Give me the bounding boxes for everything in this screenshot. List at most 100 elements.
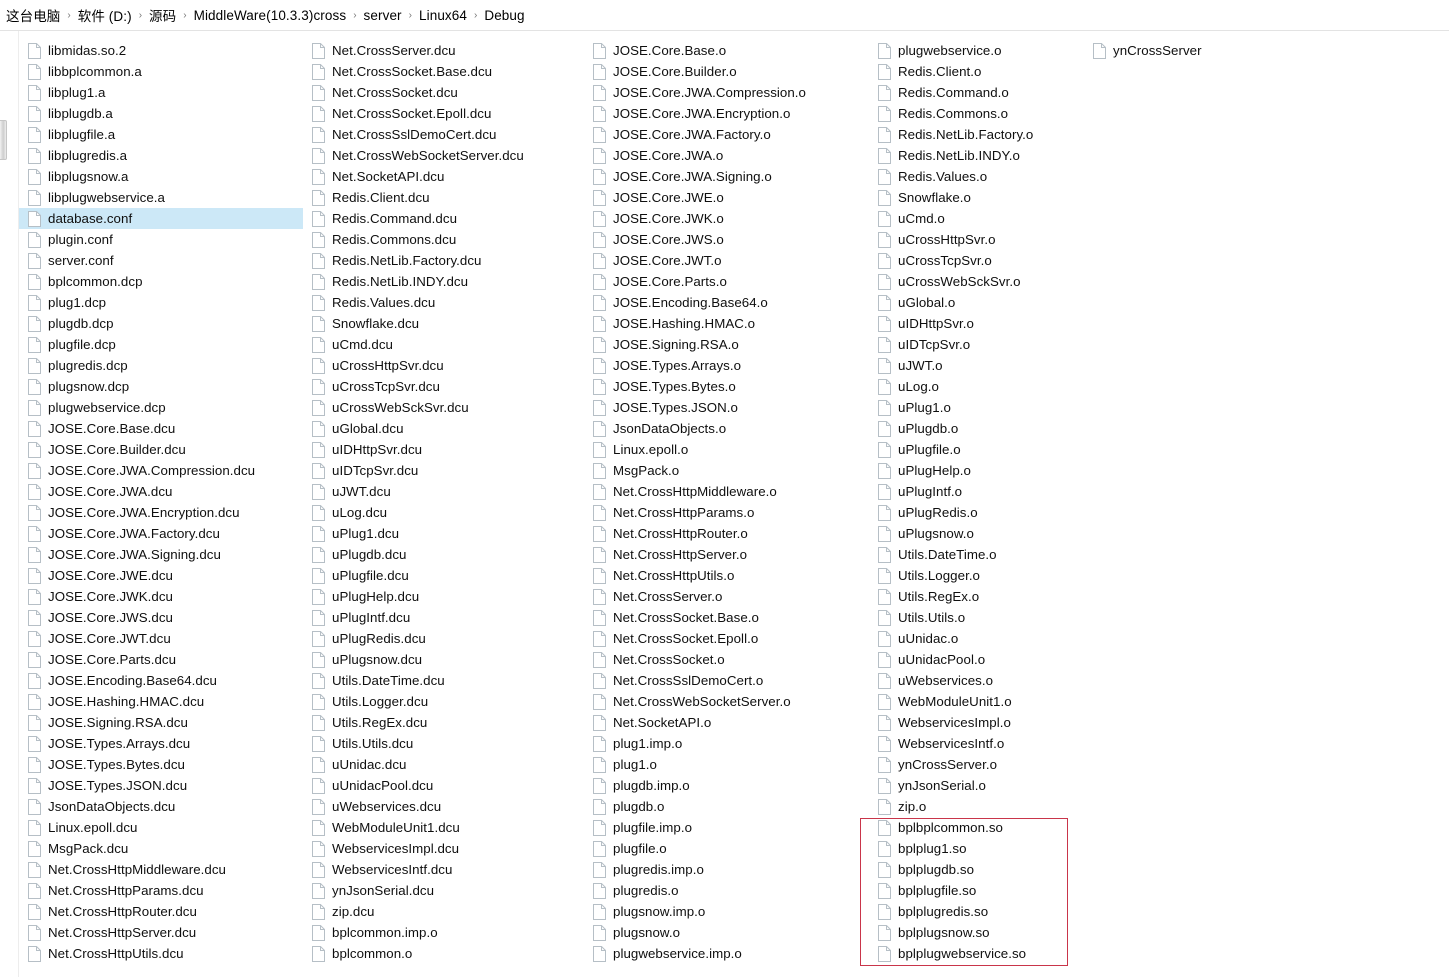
file-item[interactable]: Net.CrossHttpServer.dcu [19, 922, 303, 943]
file-item[interactable]: JOSE.Types.Arrays.dcu [19, 733, 303, 754]
file-item[interactable]: plugdb.imp.o [584, 775, 869, 796]
file-item[interactable]: plugfile.dcp [19, 334, 303, 355]
file-item[interactable]: Redis.NetLib.INDY.o [869, 145, 1084, 166]
file-item[interactable]: uPlugIntf.o [869, 481, 1084, 502]
file-item[interactable]: JOSE.Types.Arrays.o [584, 355, 869, 376]
file-item[interactable]: uJWT.dcu [303, 481, 584, 502]
file-item[interactable]: JOSE.Core.JWK.dcu [19, 586, 303, 607]
file-item[interactable]: bplplugwebservice.so [869, 943, 1084, 964]
file-item[interactable]: JOSE.Core.JWT.dcu [19, 628, 303, 649]
file-item[interactable]: uCrossTcpSvr.dcu [303, 376, 584, 397]
file-item[interactable]: JOSE.Core.JWE.o [584, 187, 869, 208]
file-item[interactable]: ynJsonSerial.o [869, 775, 1084, 796]
file-item[interactable]: uUnidac.dcu [303, 754, 584, 775]
file-item[interactable]: Net.CrossSslDemoCert.dcu [303, 124, 584, 145]
file-item[interactable]: uWebservices.o [869, 670, 1084, 691]
file-item[interactable]: libplug1.a [19, 82, 303, 103]
file-item[interactable]: JOSE.Types.JSON.o [584, 397, 869, 418]
file-item[interactable]: plug1.imp.o [584, 733, 869, 754]
file-item[interactable]: uPlugHelp.o [869, 460, 1084, 481]
file-item[interactable]: plugdb.dcp [19, 313, 303, 334]
file-item[interactable]: Redis.Values.dcu [303, 292, 584, 313]
file-item[interactable]: plugredis.imp.o [584, 859, 869, 880]
file-item[interactable]: JOSE.Types.JSON.dcu [19, 775, 303, 796]
breadcrumb-item-5[interactable]: server [360, 6, 406, 25]
file-item[interactable]: plugsnow.imp.o [584, 901, 869, 922]
file-item[interactable]: uCrossHttpSvr.dcu [303, 355, 584, 376]
file-item[interactable]: uCrossWebSckSvr.o [869, 271, 1084, 292]
file-item[interactable]: libplugredis.a [19, 145, 303, 166]
file-item[interactable]: Net.CrossHttpParams.dcu [19, 880, 303, 901]
file-item[interactable]: uPlugsnow.dcu [303, 649, 584, 670]
file-item[interactable]: Utils.Logger.dcu [303, 691, 584, 712]
file-item[interactable]: bplplugredis.so [869, 901, 1084, 922]
file-item[interactable]: plugwebservice.imp.o [584, 943, 869, 964]
file-item[interactable]: WebservicesIntf.o [869, 733, 1084, 754]
file-item[interactable]: plugsnow.dcp [19, 376, 303, 397]
file-item[interactable]: Net.CrossServer.o [584, 586, 869, 607]
file-item[interactable]: Redis.Commons.o [869, 103, 1084, 124]
file-item[interactable]: libplugsnow.a [19, 166, 303, 187]
file-item[interactable]: zip.dcu [303, 901, 584, 922]
file-item[interactable]: uGlobal.dcu [303, 418, 584, 439]
file-item[interactable]: Linux.epoll.dcu [19, 817, 303, 838]
file-item[interactable]: JOSE.Encoding.Base64.dcu [19, 670, 303, 691]
file-item[interactable]: Net.CrossHttpParams.o [584, 502, 869, 523]
file-item[interactable]: uIDTcpSvr.o [869, 334, 1084, 355]
file-item[interactable]: Utils.RegEx.dcu [303, 712, 584, 733]
file-item[interactable]: uUnidac.o [869, 628, 1084, 649]
file-item[interactable]: uCrossTcpSvr.o [869, 250, 1084, 271]
file-item[interactable]: WebservicesIntf.dcu [303, 859, 584, 880]
file-item[interactable]: bplcommon.imp.o [303, 922, 584, 943]
file-item[interactable]: Redis.NetLib.Factory.dcu [303, 250, 584, 271]
file-item[interactable]: uPlugsnow.o [869, 523, 1084, 544]
file-item[interactable]: JOSE.Core.JWA.Encryption.dcu [19, 502, 303, 523]
file-item[interactable]: uPlugdb.dcu [303, 544, 584, 565]
file-item[interactable]: Net.CrossHttpRouter.dcu [19, 901, 303, 922]
file-item[interactable]: Net.CrossSocket.o [584, 649, 869, 670]
file-item[interactable]: uWebservices.dcu [303, 796, 584, 817]
breadcrumb-item-1[interactable]: 这台电脑 [2, 3, 64, 27]
file-item[interactable]: Net.CrossSocket.dcu [303, 82, 584, 103]
file-item[interactable]: Net.CrossHttpRouter.o [584, 523, 869, 544]
file-item[interactable]: plugwebservice.o [869, 40, 1084, 61]
file-item[interactable]: JOSE.Core.Base.o [584, 40, 869, 61]
breadcrumb-item-7[interactable]: Debug [480, 6, 528, 25]
file-item[interactable]: ynJsonSerial.dcu [303, 880, 584, 901]
file-item[interactable]: ynCrossServer [1084, 40, 1324, 61]
file-item[interactable]: JsonDataObjects.dcu [19, 796, 303, 817]
file-item[interactable]: JOSE.Core.JWA.o [584, 145, 869, 166]
file-item[interactable]: plugredis.o [584, 880, 869, 901]
file-item[interactable]: plug1.o [584, 754, 869, 775]
file-item[interactable]: uLog.dcu [303, 502, 584, 523]
file-item[interactable]: Linux.epoll.o [584, 439, 869, 460]
file-item[interactable]: Redis.NetLib.Factory.o [869, 124, 1084, 145]
file-item[interactable]: uCrossWebSckSvr.dcu [303, 397, 584, 418]
file-item[interactable]: plugin.conf [19, 229, 303, 250]
file-item[interactable]: WebModuleUnit1.dcu [303, 817, 584, 838]
file-item[interactable]: bplcommon.dcp [19, 271, 303, 292]
file-item[interactable]: JOSE.Signing.RSA.o [584, 334, 869, 355]
file-item[interactable]: JOSE.Hashing.HMAC.dcu [19, 691, 303, 712]
file-item[interactable]: bplbplcommon.so [869, 817, 1084, 838]
file-item[interactable]: uPlugHelp.dcu [303, 586, 584, 607]
file-item[interactable]: Net.CrossWebSocketServer.dcu [303, 145, 584, 166]
file-item[interactable]: JOSE.Core.JWA.dcu [19, 481, 303, 502]
file-item[interactable]: bplplug1.so [869, 838, 1084, 859]
file-item[interactable]: Net.CrossSocket.Epoll.dcu [303, 103, 584, 124]
file-item[interactable]: Utils.Logger.o [869, 565, 1084, 586]
file-item[interactable]: JOSE.Core.Parts.o [584, 271, 869, 292]
file-item[interactable]: plugfile.o [584, 838, 869, 859]
file-item[interactable]: bplplugsnow.so [869, 922, 1084, 943]
file-item[interactable]: Net.CrossHttpUtils.dcu [19, 943, 303, 964]
file-item[interactable]: uPlugfile.dcu [303, 565, 584, 586]
file-item[interactable]: uPlugIntf.dcu [303, 607, 584, 628]
file-item[interactable]: JOSE.Signing.RSA.dcu [19, 712, 303, 733]
file-item[interactable]: JOSE.Core.JWS.dcu [19, 607, 303, 628]
file-item[interactable]: Utils.RegEx.o [869, 586, 1084, 607]
file-item[interactable]: JOSE.Core.JWT.o [584, 250, 869, 271]
file-item[interactable]: uPlugdb.o [869, 418, 1084, 439]
file-item[interactable]: Net.CrossSocket.Base.dcu [303, 61, 584, 82]
file-item[interactable]: bplcommon.o [303, 943, 584, 964]
file-item[interactable]: Redis.NetLib.INDY.dcu [303, 271, 584, 292]
